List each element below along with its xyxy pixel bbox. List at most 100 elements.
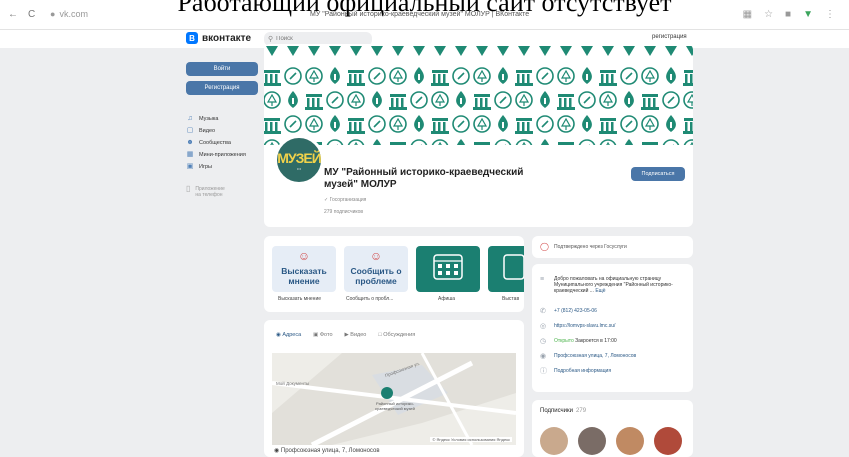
info-phone[interactable]: ✆ +7 (812) 423-05-06 [540, 308, 597, 315]
tab-label: Обсуждения [383, 332, 416, 338]
cover-motif [498, 115, 508, 132]
gosuslugi-badge[interactable]: ◯ Подтверждено через Госуслуги [532, 236, 693, 258]
info-location[interactable]: ◉ Профсоюзная улица, 7, Ломоносов [540, 353, 636, 360]
cover-motif [599, 70, 617, 86]
cover-motif [368, 115, 386, 133]
sidebar-item-music[interactable]: ♫ Музыка [186, 113, 258, 124]
cover-motif [414, 115, 424, 132]
exhibition-icon [503, 254, 524, 280]
communities-icon: ☻ [186, 138, 194, 146]
sidebar-item-communities[interactable]: ☻ Сообщества [186, 137, 258, 148]
cover-motif [515, 70, 533, 86]
cover-motif [372, 91, 382, 108]
more-link[interactable]: Ещё [595, 288, 605, 294]
cover-motif [452, 67, 470, 85]
cover-motif [308, 46, 320, 56]
sidebar-app-link[interactable]: ▯ Приложение на телефон [186, 185, 258, 199]
cover-motif [350, 46, 362, 56]
avatar[interactable] [654, 427, 682, 455]
cover-pattern [264, 46, 693, 158]
action-cards: ☺ Высказать мнение Высказать мнение ☺ Со… [264, 236, 524, 312]
calendar-icon [433, 254, 463, 280]
cover-motif [473, 67, 491, 85]
info-circle-icon: ⓘ [540, 368, 547, 375]
cover-motif [284, 67, 302, 85]
cover-motif [305, 94, 323, 110]
video-icon: ▢ [186, 126, 194, 134]
info-details[interactable]: ⓘ Подробная информация [540, 368, 611, 375]
community-name: МУ "Районный историко-краеведческий музе… [324, 167, 524, 190]
cover-motif [347, 118, 365, 134]
sidebar-item-mini-apps[interactable]: ▦ Мини-приложения [186, 149, 258, 160]
header-register-link[interactable]: регистрация [652, 34, 687, 40]
cover-motif [264, 118, 281, 134]
cover-motif [686, 46, 693, 56]
description-block: Добро пожаловать на официальную страницу… [554, 276, 690, 294]
avatar[interactable] [578, 427, 606, 455]
vk-logo-icon: B [186, 32, 198, 44]
subscribers-heading[interactable]: Подписчики 279 [540, 408, 586, 414]
sidebar-item-label: Музыка [199, 115, 219, 122]
info-hours[interactable]: ◷ Открыто Закроется в 17:00 [540, 338, 617, 345]
map-view[interactable]: Профсоюзная ул. Районный историко-краеве… [272, 353, 516, 445]
sidebar-item-games[interactable]: ▣ Игры [186, 161, 258, 172]
cover-motif [578, 91, 596, 109]
info-site[interactable]: ◎ https://lomvps-slavu.lmc.su/ [540, 323, 615, 330]
cover-motif [389, 94, 407, 110]
mini-apps-icon: ▦ [186, 150, 194, 158]
cover-motif [641, 94, 659, 110]
avatar[interactable] [540, 427, 568, 455]
left-sidebar: Войти Регистрация ♫ Музыка ▢ Видео ☻ Сообще… [186, 62, 258, 198]
phone-icon: ✆ [540, 308, 546, 315]
cover-motif [498, 67, 508, 84]
action-card-title: Сообщить о проблеме [350, 266, 402, 286]
cover-motif [431, 91, 449, 109]
sidebar-item-video[interactable]: ▢ Видео [186, 125, 258, 136]
cover-motif [641, 67, 659, 85]
cover-motif [536, 115, 554, 133]
cover-motif [434, 46, 446, 56]
cover-motif [602, 46, 614, 56]
overlay-caption: Работающий официальный сайт отсутствует [177, 0, 672, 17]
cover-motif [665, 46, 677, 56]
subscribe-button[interactable]: Подписаться [631, 167, 685, 181]
subscribers-card: Подписчики 279 [532, 400, 693, 457]
action-caption: Сообщить о пробл... [346, 296, 394, 302]
cover-motif [599, 118, 617, 134]
cover-motif [683, 118, 693, 134]
app-link-line2: на телефон [195, 192, 223, 198]
cover-motif [456, 91, 466, 108]
report-icon: ☺ [369, 249, 383, 263]
cover-motif [683, 70, 693, 86]
map-label-place: Районный историко-краеведческий музей [375, 401, 415, 411]
community-avatar[interactable]: МУЗЕЙ ••• [274, 135, 324, 185]
cover-motif [413, 46, 425, 56]
community-cover [264, 44, 693, 160]
tab-addresses[interactable]: ◉ Адреса [276, 332, 301, 338]
subscriber-count[interactable]: 279 подписчиков [324, 209, 363, 215]
action-card-events[interactable] [416, 246, 480, 292]
action-card-report[interactable]: ☺ Сообщить о проблеме [344, 246, 408, 292]
action-card-feedback[interactable]: ☺ Высказать мнение [272, 246, 336, 292]
cover-motif [414, 67, 424, 84]
cover-motif [305, 67, 323, 85]
cover-motif [623, 46, 635, 56]
search-input[interactable] [276, 36, 365, 42]
tab-videos[interactable]: ▶ Видео [345, 332, 367, 338]
info-icon: ≡ [540, 276, 545, 283]
map-footer: © Яндекс Условия использования Яндекс [430, 437, 512, 442]
tab-photos[interactable]: ▣ Фото [313, 332, 332, 338]
vk-logo[interactable]: B вконтакте [186, 32, 251, 44]
info-description: ≡ Добро пожаловать на официальную страни… [540, 276, 690, 294]
app-link-text: Приложение на телефон [195, 186, 224, 198]
register-button[interactable]: Регистрация [186, 81, 258, 95]
map-address[interactable]: ◉ Профсоюзная улица, 7, Ломоносов [274, 447, 380, 454]
cover-motif [452, 115, 470, 133]
action-card-title: Высказать мнение [281, 266, 327, 286]
cover-motif [620, 67, 638, 85]
action-card-exhibitions[interactable] [488, 246, 524, 292]
login-button[interactable]: Войти [186, 62, 258, 76]
avatar[interactable] [616, 427, 644, 455]
page: Работающий официальный сайт отсутствует … [0, 0, 849, 457]
tab-discussions[interactable]: □ Обсуждения [378, 332, 415, 338]
